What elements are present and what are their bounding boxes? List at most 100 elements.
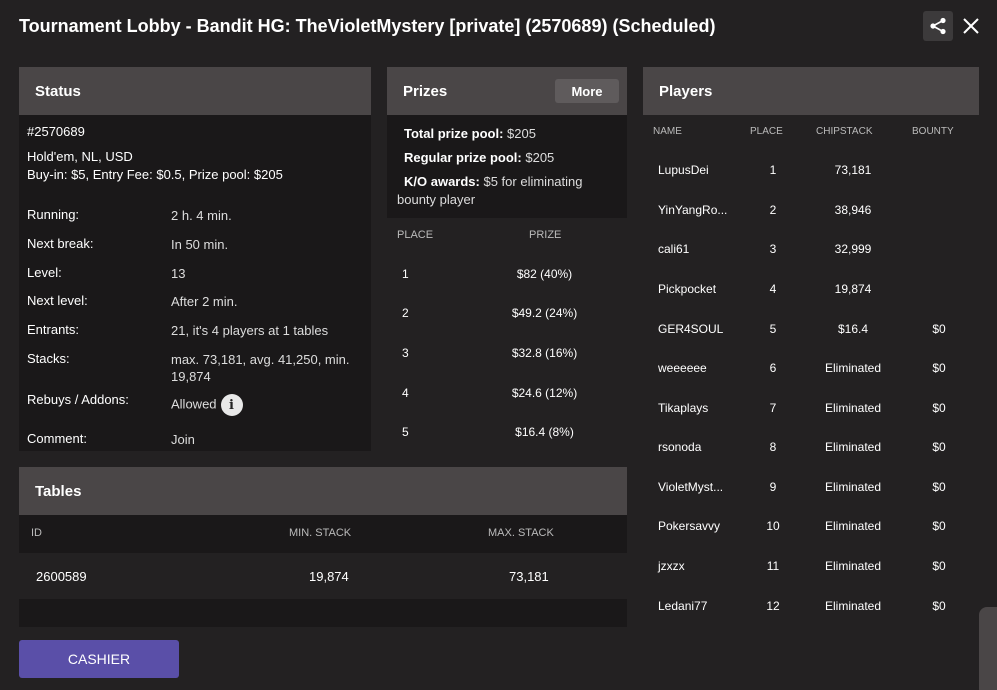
table-max-stack: 73,181 xyxy=(509,569,549,584)
tables-header-label: Tables xyxy=(35,482,82,500)
player-chipstack: Eliminated xyxy=(824,599,882,613)
players-col-name[interactable]: NAME xyxy=(653,126,682,137)
status-value: max. 73,181, avg. 41,250, min. 19,874 xyxy=(171,352,350,384)
prize-row: 5 $16.4 (8%) xyxy=(387,425,627,445)
player-bounty: $0 xyxy=(932,559,946,573)
prize-place: 3 xyxy=(402,346,409,360)
player-bounty: $0 xyxy=(932,480,946,494)
game-type: Hold'em, NL, USD xyxy=(27,149,133,164)
prize-amount: $82 (40%) xyxy=(516,267,573,281)
status-value: 2 h. 4 min. xyxy=(171,208,232,223)
prize-row: 2 $49.2 (24%) xyxy=(387,306,627,326)
players-col-bounty[interactable]: BOUNTY xyxy=(912,126,954,137)
tournament-id: #2570689 xyxy=(27,124,85,139)
player-chipstack: 32,999 xyxy=(834,242,872,256)
status-label: Stacks: xyxy=(27,351,70,366)
player-chipstack: Eliminated xyxy=(824,440,882,454)
player-name: rsonoda xyxy=(658,440,702,454)
players-header-label: Players xyxy=(659,82,713,100)
tables-col-id[interactable]: ID xyxy=(31,527,42,539)
player-row[interactable]: YinYangRo... 2 38,946 xyxy=(643,203,979,223)
total-prize-pool: Total prize pool: $205 xyxy=(404,126,536,141)
players-col-place[interactable]: PLACE xyxy=(750,126,783,137)
player-row[interactable]: weeeeee 6 Eliminated $0 xyxy=(643,361,979,381)
player-row[interactable]: jzxzx 11 Eliminated $0 xyxy=(643,559,979,579)
status-label: Rebuys / Addons: xyxy=(27,392,129,407)
player-row[interactable]: Pokersavvy 10 Eliminated $0 xyxy=(643,519,979,539)
status-label: Running: xyxy=(27,207,80,222)
status-value: Allowed i xyxy=(171,394,367,416)
player-bounty: $0 xyxy=(932,401,946,415)
player-row[interactable]: LupusDei 1 73,181 xyxy=(643,163,979,183)
player-row[interactable]: Tikaplays 7 Eliminated $0 xyxy=(643,401,979,421)
prize-place: 5 xyxy=(402,425,409,439)
info-icon[interactable]: i xyxy=(220,394,243,416)
status-value: 13 xyxy=(171,266,186,281)
player-row[interactable]: cali61 3 32,999 xyxy=(643,242,979,262)
player-name: YinYangRo... xyxy=(658,203,728,217)
prize-amount: $49.2 (24%) xyxy=(511,306,578,320)
prize-row: 1 $82 (40%) xyxy=(387,267,627,287)
regular-prize-pool-value: $205 xyxy=(525,150,555,165)
cashier-button[interactable]: CASHIER xyxy=(19,640,179,678)
player-place: 9 xyxy=(769,480,777,494)
player-chipstack: $16.4 xyxy=(837,322,869,336)
player-place: 2 xyxy=(769,203,777,217)
regular-prize-pool: Regular prize pool: $205 xyxy=(404,150,554,165)
player-row[interactable]: VioletMyst... 9 Eliminated $0 xyxy=(643,480,979,500)
player-bounty: $0 xyxy=(932,519,946,533)
prize-amount: $24.6 (12%) xyxy=(511,386,578,400)
player-chipstack: Eliminated xyxy=(824,559,882,573)
players-col-chipstack[interactable]: CHIPSTACK xyxy=(816,126,873,137)
status-value: 21, it's 4 players at 1 tables xyxy=(171,323,329,338)
player-chipstack: Eliminated xyxy=(824,361,882,375)
player-name: LupusDei xyxy=(658,163,709,177)
player-row[interactable]: Pickpocket 4 19,874 xyxy=(643,282,979,302)
close-button[interactable] xyxy=(959,14,983,38)
prize-amount: $32.8 (16%) xyxy=(511,346,578,360)
more-button[interactable]: More xyxy=(555,79,619,103)
tables-header: Tables xyxy=(19,467,627,515)
player-name: Pokersavvy xyxy=(658,519,721,533)
player-row[interactable]: Ledani77 12 Eliminated $0 xyxy=(643,599,979,619)
ko-awards-label: K/O awards: xyxy=(404,174,480,189)
total-prize-pool-label: Total prize pool: xyxy=(404,126,504,141)
player-bounty: $0 xyxy=(932,599,946,613)
total-prize-pool-value: $205 xyxy=(507,126,536,141)
regular-prize-pool-label: Regular prize pool: xyxy=(404,150,522,165)
status-panel: #2570689 Hold'em, NL, USD Buy-in: $5, En… xyxy=(19,115,371,451)
player-chipstack: Eliminated xyxy=(824,480,882,494)
player-name: cali61 xyxy=(658,242,690,256)
player-place: 5 xyxy=(769,322,777,336)
player-place: 8 xyxy=(769,440,777,454)
ko-awards: K/O awards: $5 for eliminating xyxy=(404,174,582,189)
player-bounty: $0 xyxy=(932,440,946,454)
player-name: weeeeee xyxy=(658,361,707,375)
table-id: 2600589 xyxy=(36,569,87,584)
player-name: GER4SOUL xyxy=(658,322,724,336)
table-row[interactable]: 2600589 19,874 73,181 xyxy=(19,553,627,599)
prize-place: 4 xyxy=(402,386,409,400)
prizes-header-label: Prizes xyxy=(403,82,448,100)
share-button[interactable] xyxy=(923,11,953,41)
tables-col-max-stack[interactable]: MAX. STACK xyxy=(488,527,554,539)
player-row[interactable]: rsonoda 8 Eliminated $0 xyxy=(643,440,979,460)
side-scroll-handle[interactable] xyxy=(979,607,997,690)
status-value: After 2 min. xyxy=(171,294,238,309)
player-chipstack: Eliminated xyxy=(824,401,882,415)
player-place: 3 xyxy=(769,242,777,256)
status-header-label: Status xyxy=(35,82,81,100)
player-row[interactable]: GER4SOUL 5 $16.4 $0 xyxy=(643,322,979,342)
status-label: Level: xyxy=(27,265,62,280)
status-value: Join xyxy=(171,432,195,447)
buyin-info: Buy-in: $5, Entry Fee: $0.5, Prize pool:… xyxy=(27,167,283,182)
player-place: 4 xyxy=(769,282,777,296)
player-name: Pickpocket xyxy=(658,282,717,296)
close-icon xyxy=(963,18,979,34)
player-bounty: $0 xyxy=(932,361,946,375)
share-icon xyxy=(930,17,946,35)
tables-col-min-stack[interactable]: MIN. STACK xyxy=(289,527,351,539)
rebuys-value: Allowed xyxy=(171,396,217,412)
prize-col-prize: PRIZE xyxy=(529,229,562,241)
player-place: 10 xyxy=(766,519,780,533)
